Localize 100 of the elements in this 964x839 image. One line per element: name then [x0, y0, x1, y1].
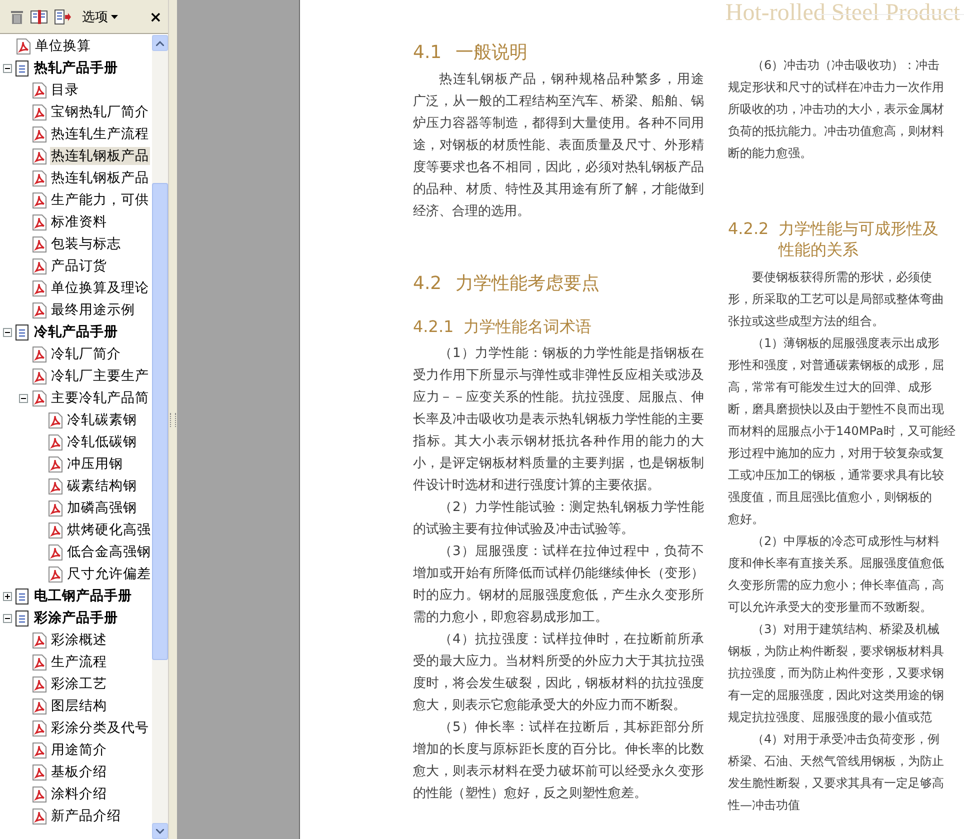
bookmark-item[interactable]: 冷轧低碳钢: [66, 433, 138, 451]
bookmark-item[interactable]: 热连轧钢板产品: [50, 147, 150, 165]
bookmark-item[interactable]: 低合金高强钢: [66, 543, 152, 561]
body-paragraph: （3）屈服强度：试样在拉伸过程中，负荷不 增加或开始有所降低而试样仍能继续伸长（变形） 时的应力。钢材的屈服强度愈低，产生永久变形所 需的力愈小，即愈容易成形加工。: [413, 543, 704, 627]
caret-icon: [111, 14, 118, 18]
pdf-page-icon: [31, 170, 48, 186]
bookmark-item[interactable]: 彩涂产品手册: [33, 609, 119, 627]
bookmark-item[interactable]: 用途简介: [50, 741, 108, 759]
pdf-page-icon: [47, 544, 64, 560]
bookmark-item[interactable]: 冷轧产品手册: [33, 323, 119, 341]
pdf-page-icon: [31, 126, 48, 142]
bookmark-item[interactable]: 新产品介绍: [50, 807, 122, 825]
bookmark-item[interactable]: 生产流程: [50, 653, 108, 671]
document-icon: [15, 60, 29, 76]
bookmark-item[interactable]: 标准资料: [50, 213, 108, 231]
pdf-page-icon: [31, 676, 48, 692]
scroll-up-button[interactable]: [152, 35, 168, 51]
bookmark-item[interactable]: 宝钢热轧厂简介: [50, 103, 150, 121]
bookmark-item[interactable]: 涂料介绍: [50, 785, 108, 803]
bookmark-item[interactable]: 冷轧厂主要生产: [50, 367, 150, 385]
delete-button[interactable]: [10, 8, 24, 24]
pdf-page-icon: [31, 214, 48, 230]
pdf-page-icon: [47, 500, 64, 516]
document-icon: [15, 610, 29, 626]
bookmark-item[interactable]: 热连轧钢板产品: [50, 169, 150, 187]
document-icon: [15, 324, 29, 340]
bookmark-item[interactable]: 加磷高强钢: [66, 499, 138, 517]
bookmark-item[interactable]: 图层结构: [50, 697, 108, 715]
bookmark-item[interactable]: 尺寸允许偏差: [66, 565, 152, 583]
pdf-page-icon: [31, 82, 48, 98]
pdf-page-icon: [31, 280, 48, 296]
document-icon: [15, 588, 29, 604]
scroll-down-button[interactable]: [152, 823, 168, 839]
bookmark-item[interactable]: 冲压用钢: [66, 455, 124, 473]
pdf-page-icon: [31, 808, 48, 824]
bookmark-item[interactable]: 彩涂工艺: [50, 675, 108, 693]
body-paragraph: （1）薄钢板的屈服强度表示出成形 形性和强度，对普通碳素钢板的成形，屈 高，常常有可能发生过大的回弹、成形 断，磨具磨损快以及由于塑性不良而出现 而材料的屈服点小于140MPa时，又可能经 形过程中施加的应力，对用于较复杂或复 工或冲压加工的钢板，通常要求具有比较 强度值，而且屈强比值愈小，则钢板的 愈好。: [728, 335, 956, 528]
pdf-page-icon: [31, 148, 48, 164]
new-bookmark-button[interactable]: [30, 8, 48, 24]
pdf-page-icon: [31, 786, 48, 802]
pdf-page-icon: [47, 522, 64, 538]
scrollbar[interactable]: [152, 35, 168, 839]
scrollbar-thumb[interactable]: [152, 183, 168, 660]
book-icon: [30, 8, 48, 24]
arrow-down-icon: [156, 828, 164, 834]
body-paragraph: （4）抗拉强度：试样拉伸时，在拉断前所承 受的最大应力。当材料所受的外应力大于其抗拉强 度时，将会发生破裂，因此，钢板材料的抗拉强度 愈大，则表示它愈能承受大的外应力而不断裂。: [413, 631, 704, 715]
bookmark-item[interactable]: 主要冷轧产品简: [50, 389, 150, 407]
bookmark-item[interactable]: 冷轧碳素钢: [66, 411, 138, 429]
collapse-toggle[interactable]: [3, 64, 12, 72]
pdf-page-icon: [47, 456, 64, 472]
options-menu[interactable]: 选项: [82, 8, 118, 26]
body-paragraph: （4）对用于承受冲击负荷变形，例 桥梁、石油、天然气管线用钢板，为防止 发生脆性断裂，又要求其具有一定足够高 性—冲击功值: [728, 731, 944, 814]
pdf-page-icon: [15, 38, 32, 54]
bookmark-item[interactable]: 冷轧厂简介: [50, 345, 122, 363]
pdf-page-icon: [31, 632, 48, 648]
body-paragraph: （5）伸长率：试样在拉断后，其标距部分所 增加的长度与原标距长度的百分比。伸长率的比数 愈大，则表示材料在受力破坏前可以经受永久变形 的性能（塑性）愈好，反之则塑性愈差。: [413, 719, 704, 803]
pdf-page-icon: [31, 104, 48, 120]
body-paragraph: （6）冲击功（冲击吸收功）：冲击 规定形状和尺寸的试样在冲击力一次作用 所吸收的功，冲击功的大小，表示金属材 负荷的抵抗能力。冲击功值愈高，则材料 断的能力愈强。: [728, 57, 944, 162]
section-heading: 4.2.1 力学性能名词术语: [413, 316, 593, 337]
pdf-page-icon: [47, 412, 64, 428]
close-button[interactable]: ×: [149, 8, 162, 26]
bookmark-item[interactable]: 生产能力，可供: [50, 191, 150, 209]
section-heading: 4.1 一般说明: [413, 42, 529, 63]
bookmark-item[interactable]: 单位换算及理论: [50, 279, 150, 297]
bookmark-item[interactable]: 产品订货: [50, 257, 108, 275]
bookmark-item[interactable]: 碳素结构钢: [66, 477, 138, 495]
bookmark-item[interactable]: 最终用途示例: [50, 301, 136, 319]
body-paragraph: （3）对用于建筑结构、桥梁及机械 钢板，为防止构件断裂，要求钢板材料具 抗拉强度，而为防止构件变形，又要求钢 有一定的屈服强度，因此对这类用途的钢 规定抗拉强度、屈服强度的最小值或范: [728, 621, 944, 726]
pdf-page-icon: [31, 192, 48, 208]
body-paragraph: （1）力学性能：钢板的力学性能是指钢板在 受力作用下所显示与弹性或非弹性反应相关或涉及 应力－－应变关系的性能。抗拉强度、屈服点、伸 长率及冲击吸收功是表示热轧钢板力学性能的主要 指标。其大小表示钢材抵抗各种作用的能力的大 小，是评定钢板材料质量的主要判据，也是钢板制 件设计时选材和进行强度计算的主要依据。: [413, 345, 704, 495]
pdf-page-icon: [31, 742, 48, 758]
section-heading: 4.2 力学性能考虑要点: [413, 273, 601, 294]
collapse-toggle[interactable]: [19, 394, 28, 402]
pdf-page-icon: [31, 302, 48, 318]
expand-toggle[interactable]: [3, 592, 12, 600]
collapse-toggle[interactable]: [3, 614, 12, 622]
pdf-page-icon: [31, 236, 48, 252]
collapse-toggle[interactable]: [3, 328, 12, 336]
bookmark-item[interactable]: 热连轧生产流程: [50, 125, 150, 143]
bookmark-item[interactable]: 基板介绍: [50, 763, 108, 781]
bookmark-item[interactable]: 热轧产品手册: [33, 59, 119, 77]
bookmark-item[interactable]: 目录: [50, 81, 80, 99]
pdf-page-icon: [47, 478, 64, 494]
pdf-page-icon: [31, 654, 48, 670]
pdf-page-icon: [31, 258, 48, 274]
body-paragraph: （2）力学性能试验：测定热轧钢板力学性能 的试验主要有拉伸试验及冲击试验等。: [413, 499, 704, 539]
body-paragraph: （2）中厚板的冷态可成形性与材料 度和伸长率有直接关系。屈服强度值愈低 久变形所需的应力愈小；伸长率值高，高 可以允许承受大的变形量而不致断裂。: [728, 533, 944, 616]
bookmark-item[interactable]: 彩涂概述: [50, 631, 108, 649]
bookmark-item[interactable]: 包装与标志: [50, 235, 122, 253]
pdf-page-icon: [31, 390, 48, 406]
pdf-page-icon: [31, 368, 48, 384]
expand-bookmark-button[interactable]: [54, 8, 72, 24]
pdf-page-icon: [31, 346, 48, 362]
body-paragraph: 要使钢板获得所需的形状，必须使 形，所采取的工艺可以是局部或整体弯曲 张拉或这些成型方法的组合。: [728, 269, 944, 330]
pdf-page-icon: [31, 720, 48, 736]
bookmark-item[interactable]: 烘烤硬化高强: [66, 521, 152, 539]
bookmark-item[interactable]: 彩涂分类及代号: [50, 719, 150, 737]
document-arrow-icon: [54, 8, 72, 24]
bookmark-item[interactable]: 单位换算: [34, 37, 92, 55]
bookmark-item[interactable]: 电工钢产品手册: [33, 587, 133, 605]
